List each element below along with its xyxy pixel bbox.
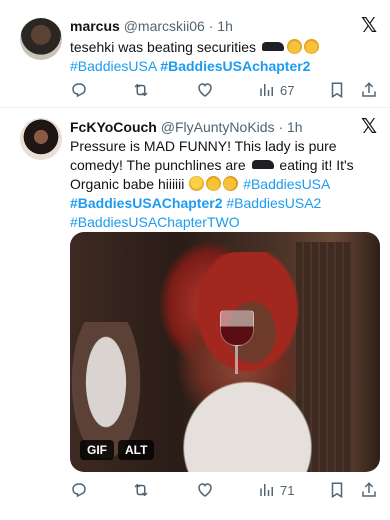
hashtag-link[interactable]: #BaddiesUSAChapterTWO: [70, 214, 240, 230]
reply-button[interactable]: [70, 480, 88, 500]
like-button[interactable]: [196, 480, 214, 500]
share-button[interactable]: [360, 480, 378, 500]
gif-media[interactable]: GIF ALT: [70, 232, 380, 472]
bookmark-button[interactable]: [328, 80, 346, 100]
x-logo-icon[interactable]: 𝕏: [360, 16, 378, 36]
x-logo-icon[interactable]: 𝕏: [360, 117, 378, 137]
loudly-crying-face-icon: [206, 176, 222, 191]
wine-glass: [220, 310, 254, 346]
avatar[interactable]: [20, 118, 62, 160]
views-icon: [260, 484, 273, 496]
timestamp[interactable]: 1h: [217, 18, 233, 34]
reply-icon: [72, 83, 86, 98]
tweet-text: Pressure is MAD FUNNY! This lady is pure…: [70, 137, 375, 232]
views-count: 67: [280, 82, 295, 98]
repost-button[interactable]: [132, 80, 150, 100]
avatar[interactable]: [20, 18, 62, 60]
tweet-text: tesehki was beating securities #BaddiesU…: [70, 38, 370, 76]
tweet-actions: 67: [70, 80, 380, 100]
loudly-crying-face-icon: [303, 39, 319, 54]
repost-button[interactable]: [132, 480, 150, 500]
views-icon: [260, 84, 273, 96]
timestamp[interactable]: 1h: [287, 119, 303, 135]
like-button[interactable]: [196, 80, 214, 100]
upside-down-face-icon: [189, 176, 205, 191]
alt-text-button[interactable]: ALT: [118, 440, 155, 460]
repost-icon: [134, 83, 148, 97]
tweet-marcus[interactable]: marcus @marcskii06 · 1h 𝕏 tesehki was be…: [0, 0, 390, 108]
repost-icon: [134, 483, 148, 497]
heart-icon: [198, 83, 212, 97]
wine-glass-stem: [235, 346, 238, 374]
heart-icon: [198, 483, 212, 497]
share-icon: [362, 82, 376, 97]
bookmark-icon: [331, 482, 343, 499]
tweet-actions: 71: [70, 480, 380, 500]
tweet-text-main: tesehki was beating securities: [70, 39, 256, 55]
user-handle[interactable]: @FlyAuntyNoKids: [161, 119, 275, 135]
views-count: 71: [280, 482, 295, 498]
rolling-on-floor-laughing-icon: [221, 173, 241, 194]
hashtag-link[interactable]: #BaddiesUSA: [70, 58, 156, 74]
tweet-header: FcKYoCouch @FlyAuntyNoKids · 1h: [70, 118, 303, 136]
tweet-fckyocouch[interactable]: FcKYoCouch @FlyAuntyNoKids · 1h 𝕏 Pressu…: [0, 108, 390, 520]
hashtag-link[interactable]: #BaddiesUSAChapter2: [70, 195, 223, 211]
media-main-figure: [180, 252, 330, 472]
display-name[interactable]: FcKYoCouch: [70, 119, 157, 135]
share-icon: [362, 482, 376, 497]
tweet-header: marcus @marcskii06 · 1h: [70, 17, 233, 35]
hashtag-link[interactable]: #BaddiesUSAchapter2: [160, 58, 310, 74]
separator-dot: ·: [208, 18, 214, 34]
car-censor-icon: [251, 160, 274, 169]
bookmark-button[interactable]: [328, 480, 346, 500]
display-name[interactable]: marcus: [70, 18, 120, 34]
loudly-crying-face-icon: [286, 39, 302, 54]
hashtag-link[interactable]: #BaddiesUSA2: [226, 195, 321, 211]
car-censor-icon: [261, 42, 284, 51]
bookmark-icon: [331, 82, 343, 99]
separator-dot: ·: [278, 119, 284, 135]
reply-icon: [72, 483, 86, 498]
gif-badge: GIF: [80, 440, 114, 460]
hashtag-link[interactable]: #BaddiesUSA: [243, 176, 329, 192]
reply-button[interactable]: [70, 80, 88, 100]
share-button[interactable]: [360, 80, 378, 100]
user-handle[interactable]: @marcskii06: [124, 18, 205, 34]
views-button[interactable]: 71: [258, 480, 294, 500]
views-button[interactable]: 67: [258, 80, 294, 100]
